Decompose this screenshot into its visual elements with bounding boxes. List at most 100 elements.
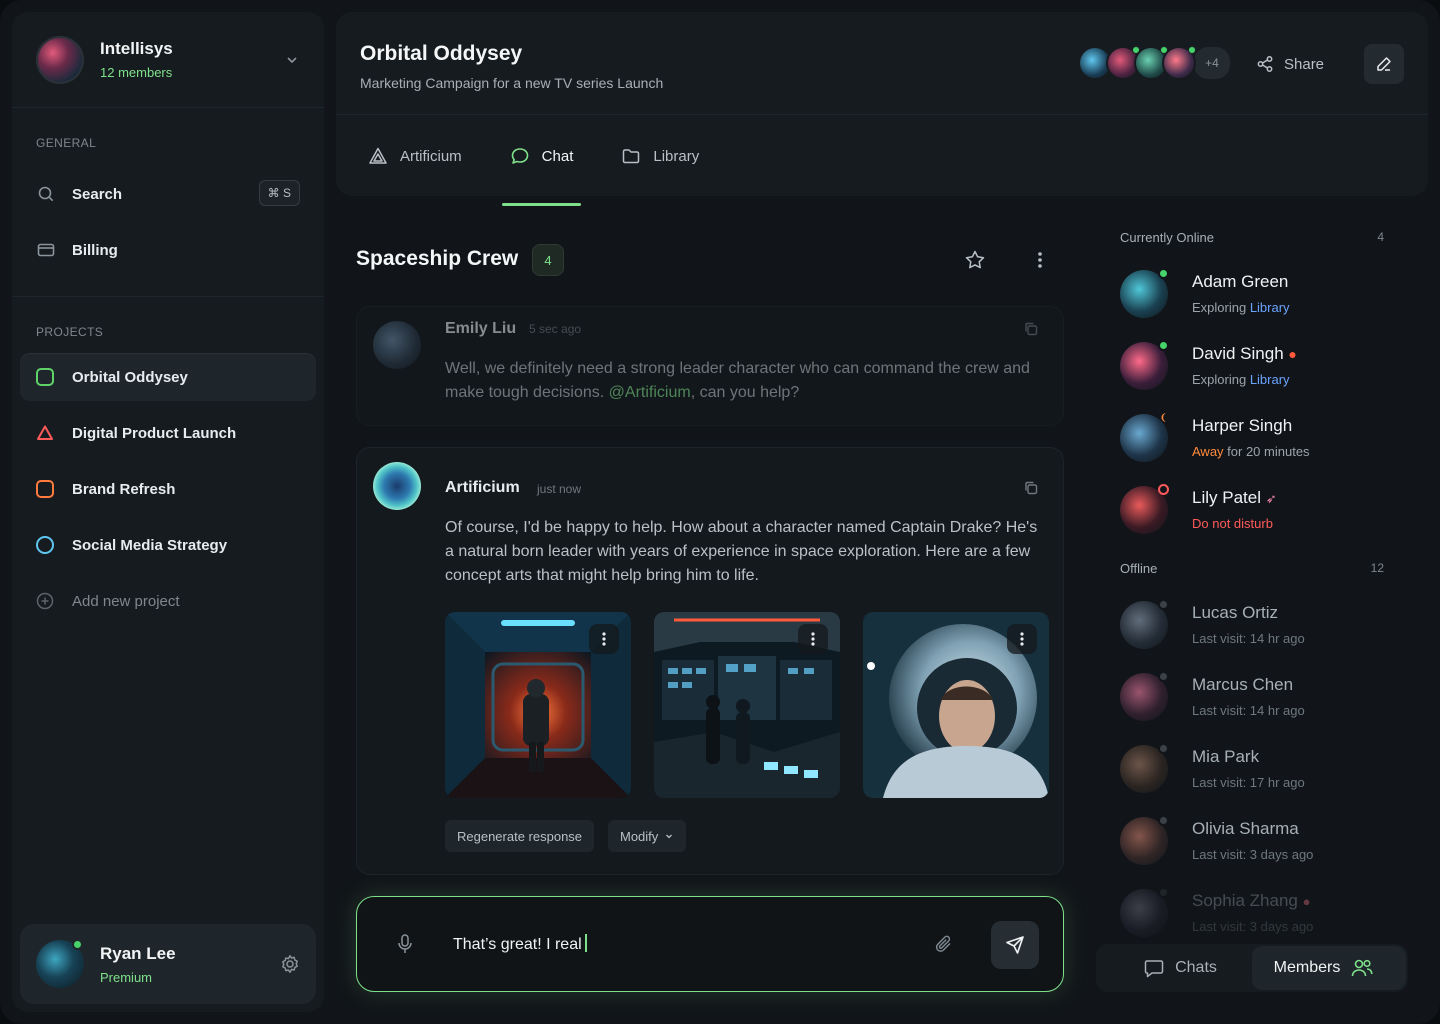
more-vertical-icon[interactable] [1030,249,1050,271]
member-item[interactable]: Adam Green Exploring Library [1120,268,1400,326]
share-button[interactable]: Share [1256,48,1324,80]
image-menu-button[interactable] [589,624,619,654]
tab-artificium[interactable]: Artificium [360,138,470,174]
microphone-icon[interactable] [395,933,415,955]
sidebar-item-label: Billing [72,241,118,259]
member-item[interactable]: Marcus Chen Last visit: 14 hr ago [1120,671,1400,729]
member-name: Harper Singh [1192,416,1293,435]
status-text: Exploring [1192,372,1250,387]
tab-label: Chats [1175,959,1217,976]
concept-art-image[interactable] [654,612,840,798]
online-indicator [1188,46,1196,54]
status-away-label: Away [1192,444,1224,459]
current-user-card[interactable]: Ryan Lee Premium [20,924,316,1004]
tab-library[interactable]: Library [613,138,707,174]
project-item-digital-product-launch[interactable]: Digital Product Launch [20,409,316,457]
add-project-button[interactable]: Add new project [20,577,316,625]
copy-icon[interactable] [1023,321,1039,337]
online-section-label: Currently Online [1120,230,1214,245]
member-name: Mia Park [1192,747,1260,766]
moon-icon [1161,413,1166,422]
fire-emoji-icon: ● [1288,346,1297,362]
member-item[interactable]: Harper Singh Away for 20 minutes [1120,413,1400,470]
more-collaborators-badge: +4 [1194,47,1230,79]
member-status: Last visit: 3 days ago [1192,847,1314,862]
copy-icon[interactable] [1023,480,1039,496]
message-composer[interactable]: That’s great! I real [356,896,1064,992]
panel-switcher: Chats Members [1096,944,1408,992]
edit-button[interactable] [1364,44,1404,84]
gear-icon[interactable] [280,954,300,974]
add-project-label: Add new project [72,592,180,610]
message-input[interactable]: That’s great! I real [453,934,587,954]
sidebar: Intellisys 12 members GENERAL Search ⌘ S… [12,12,324,1012]
member-name: Marcus Chen [1192,675,1294,694]
user-plan: Premium [100,969,153,985]
concept-art-image[interactable] [445,612,631,798]
project-item-brand-refresh[interactable]: Brand Refresh [20,465,316,513]
tab-label: Artificium [400,147,462,165]
offline-indicator [1158,599,1169,610]
message-time: just now [537,482,582,496]
sidebar-item-search[interactable]: Search ⌘ S [12,166,324,222]
modify-dropdown-button[interactable]: Modify [608,820,687,852]
avatar [36,939,84,988]
library-link[interactable]: Library [1250,372,1290,387]
tab-label: Members [1273,959,1341,976]
members-panel: Currently Online 4 Adam Green Exploring … [1096,200,1416,940]
member-item[interactable]: Mia Park Last visit: 17 hr ago [1120,743,1400,801]
folder-icon [623,149,640,164]
workspace-switcher[interactable]: Intellisys 12 members [12,12,324,108]
artificium-logo-icon [369,147,387,164]
image-menu-button[interactable] [798,624,828,654]
chat-bubble-icon [511,148,528,164]
member-name-text: Sophia Zhang [1192,891,1298,910]
collaborator-avatars[interactable]: +4 [1078,46,1230,80]
tab-chats[interactable]: Chats [1098,946,1252,990]
tab-label: Library [653,147,700,165]
tab-members[interactable]: Members [1252,946,1406,990]
offline-indicator [1158,887,1169,898]
share-icon [1257,56,1273,72]
member-item[interactable]: Sophia Zhang ● Last visit: 3 days ago [1120,887,1400,945]
concept-art-image[interactable] [863,612,1049,798]
pencil-icon [1377,57,1391,71]
member-status: Last visit: 14 hr ago [1192,631,1305,646]
do-not-disturb-indicator [1158,484,1169,495]
section-label-general: GENERAL [36,136,97,150]
member-item[interactable]: Lucas Ortiz Last visit: 14 hr ago [1120,599,1400,657]
library-link[interactable]: Library [1250,300,1290,315]
share-label: Share [1284,55,1325,73]
project-tabs: Artificium Chat Library [360,138,739,206]
chevron-down-icon[interactable] [284,52,300,68]
chat-message: Emily Liu 5 sec ago Well, we definitely … [356,306,1064,426]
offline-indicator [1158,815,1169,826]
message-time: 5 sec ago [529,322,582,336]
send-button[interactable] [991,921,1039,969]
project-item-social-media-strategy[interactable]: Social Media Strategy [20,521,316,569]
credit-card-icon [36,240,56,260]
message-author: Artificium [445,479,520,496]
tab-chat[interactable]: Chat [501,138,582,206]
status-text: for 20 minutes [1223,444,1310,459]
paperclip-icon[interactable] [933,933,955,955]
search-shortcut-badge: ⌘ S [258,180,300,206]
online-indicator [1158,268,1169,279]
project-item-orbital-oddysey[interactable]: Orbital Oddysey [20,353,316,401]
sidebar-item-billing[interactable]: Billing [12,222,324,278]
mention-link[interactable]: @Artificium [609,384,691,401]
square-icon [36,368,54,386]
workspace-member-count: 12 members [100,65,173,80]
workspace-avatar [36,35,84,84]
member-item[interactable]: David Singh ● Exploring Library [1120,340,1400,398]
user-name: Ryan Lee [100,943,176,963]
chat-bubble-icon [1144,960,1164,978]
regenerate-response-button[interactable]: Regenerate response [445,820,595,852]
chat-title: Spaceship Crew [356,247,519,270]
users-icon [1352,959,1373,977]
star-icon[interactable] [964,249,986,271]
member-item[interactable]: Lily Patel ➶ Do not disturb [1120,484,1400,542]
image-menu-button[interactable] [1007,624,1037,654]
avatar [373,321,421,369]
member-item[interactable]: Olivia Sharma Last visit: 3 days ago [1120,815,1400,873]
